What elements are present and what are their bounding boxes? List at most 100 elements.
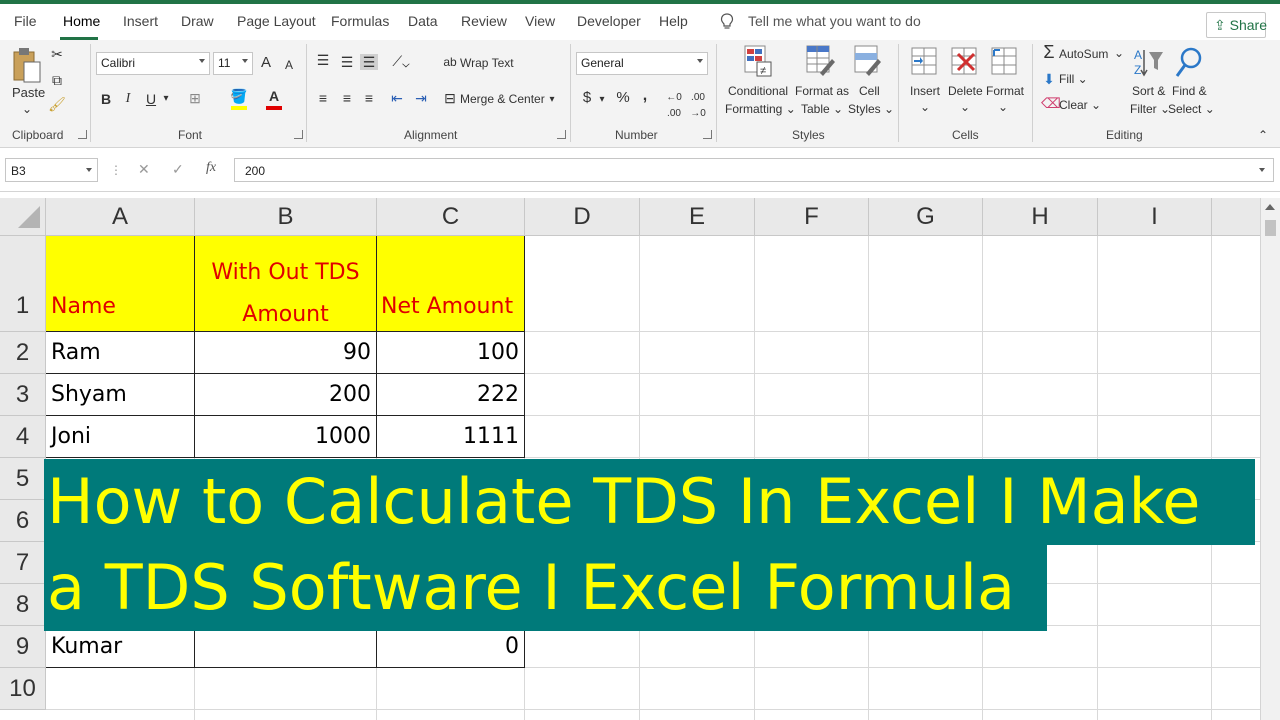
empty-cell[interactable]	[869, 710, 983, 720]
sort-filter-label-2[interactable]: Filter ⌄	[1130, 100, 1170, 118]
empty-cell[interactable]	[525, 236, 640, 332]
empty-cell[interactable]	[755, 236, 869, 332]
underline-button[interactable]: U	[144, 91, 158, 107]
column-header-a[interactable]: A	[46, 198, 195, 236]
row-header-7[interactable]: 7	[0, 542, 46, 584]
tab-insert[interactable]: Insert	[123, 13, 158, 29]
scroll-up-icon[interactable]	[1265, 204, 1275, 210]
cell-a2[interactable]: Ram	[46, 332, 195, 374]
chevron-down-icon[interactable]: ⌄	[920, 98, 930, 116]
empty-cell[interactable]	[1212, 668, 1260, 710]
tab-developer[interactable]: Developer	[577, 13, 641, 29]
chevron-down-icon[interactable]: ▾	[597, 92, 607, 108]
font-launcher-icon[interactable]	[294, 130, 303, 139]
cell-styles-icon[interactable]	[853, 44, 883, 78]
empty-cell[interactable]	[46, 668, 195, 710]
vertical-scrollbar[interactable]	[1260, 198, 1280, 720]
empty-cell[interactable]	[377, 710, 525, 720]
cell-c9[interactable]: 0	[377, 626, 525, 668]
empty-cell[interactable]	[525, 332, 640, 374]
format-as-table-label[interactable]: Format as	[795, 82, 849, 100]
sort-filter-icon[interactable]: A Z	[1132, 46, 1164, 80]
empty-cell[interactable]	[869, 332, 983, 374]
chevron-down-icon[interactable]: ⌄	[960, 98, 970, 116]
empty-cell[interactable]	[195, 710, 377, 720]
cell-a9[interactable]: Kumar	[46, 626, 195, 668]
row-header-5[interactable]: 5	[0, 458, 46, 500]
scrollbar-thumb[interactable]	[1265, 220, 1276, 236]
cancel-icon[interactable]: ✕	[138, 161, 150, 178]
empty-cell[interactable]	[869, 668, 983, 710]
grow-font-button[interactable]: A	[259, 55, 273, 71]
tell-me-search[interactable]: Tell me what you want to do	[748, 13, 921, 29]
empty-cell[interactable]	[525, 668, 640, 710]
name-box[interactable]: B3	[5, 158, 98, 182]
empty-cell[interactable]	[983, 374, 1098, 416]
alignment-launcher-icon[interactable]	[557, 130, 566, 139]
conditional-formatting-label-2[interactable]: Formatting ⌄	[725, 100, 796, 118]
tab-draw[interactable]: Draw	[181, 13, 214, 29]
align-left-icon[interactable]: ≡	[314, 90, 332, 106]
column-header-b[interactable]: B	[195, 198, 377, 236]
empty-cell[interactable]	[1212, 584, 1260, 626]
empty-cell[interactable]	[983, 668, 1098, 710]
row-header-4[interactable]: 4	[0, 416, 46, 458]
cell-c2[interactable]: 100	[377, 332, 525, 374]
tab-file[interactable]: File	[14, 13, 37, 29]
empty-cell[interactable]	[525, 626, 640, 668]
autosum-icon[interactable]: Σ	[1040, 43, 1058, 61]
number-launcher-icon[interactable]	[703, 130, 712, 139]
column-header-i[interactable]: I	[1098, 198, 1212, 236]
autosum-button[interactable]: AutoSum	[1059, 45, 1108, 63]
increase-indent-icon[interactable]: ⇥	[412, 90, 430, 106]
empty-cell[interactable]	[640, 236, 755, 332]
fill-button[interactable]: Fill ⌄	[1059, 70, 1088, 88]
empty-cell[interactable]	[1098, 542, 1212, 584]
column-header-j[interactable]	[1212, 198, 1260, 236]
eraser-icon[interactable]: ⌫	[1041, 95, 1061, 111]
format-as-table-icon[interactable]	[805, 44, 837, 78]
column-header-e[interactable]: E	[640, 198, 755, 236]
empty-cell[interactable]	[46, 710, 195, 720]
tab-review[interactable]: Review	[461, 13, 507, 29]
row-header-10[interactable]: 10	[0, 668, 46, 710]
select-all-button[interactable]	[0, 198, 46, 236]
conditional-formatting-label[interactable]: Conditional	[728, 82, 788, 100]
font-color-icon[interactable]: A	[265, 88, 283, 104]
sort-filter-label[interactable]: Sort &	[1132, 82, 1165, 100]
share-button[interactable]: ⇪ Share	[1206, 12, 1267, 38]
paste-dropdown-icon[interactable]: ⌄	[22, 100, 32, 118]
orientation-icon[interactable]: ⟋⌄	[390, 53, 412, 69]
row-header-6[interactable]: 6	[0, 500, 46, 542]
bottom-align-icon[interactable]: ☰	[360, 54, 378, 70]
row-header-8[interactable]: 8	[0, 584, 46, 626]
column-header-g[interactable]: G	[869, 198, 983, 236]
middle-align-icon[interactable]: ☰	[338, 54, 356, 70]
percent-button[interactable]: %	[615, 90, 631, 106]
wrap-text-button[interactable]: Wrap Text	[460, 54, 514, 72]
empty-cell[interactable]	[869, 626, 983, 668]
empty-cell[interactable]	[1098, 236, 1212, 332]
chevron-down-icon[interactable]: ⌄	[998, 98, 1008, 116]
empty-cell[interactable]	[1098, 584, 1212, 626]
find-select-icon[interactable]	[1174, 46, 1204, 80]
borders-icon[interactable]: ⊞	[186, 90, 204, 106]
empty-cell[interactable]	[755, 626, 869, 668]
empty-cell[interactable]	[1212, 710, 1260, 720]
collapse-ribbon-icon[interactable]: ⌃	[1258, 126, 1268, 144]
empty-cell[interactable]	[1098, 332, 1212, 374]
empty-cell[interactable]	[640, 626, 755, 668]
empty-cell[interactable]	[1212, 542, 1260, 584]
cell-c4[interactable]: 1111	[377, 416, 525, 458]
empty-cell[interactable]	[983, 710, 1098, 720]
empty-cell[interactable]	[755, 668, 869, 710]
delete-cells-icon[interactable]	[950, 46, 978, 78]
comma-button[interactable]: ,	[640, 88, 650, 104]
font-name-select[interactable]: Calibri	[96, 52, 210, 75]
cell-c3[interactable]: 222	[377, 374, 525, 416]
empty-cell[interactable]	[1098, 668, 1212, 710]
empty-cell[interactable]	[1098, 626, 1212, 668]
empty-cell[interactable]	[640, 332, 755, 374]
cell-a1[interactable]: Name	[46, 236, 195, 332]
cell-a3[interactable]: Shyam	[46, 374, 195, 416]
